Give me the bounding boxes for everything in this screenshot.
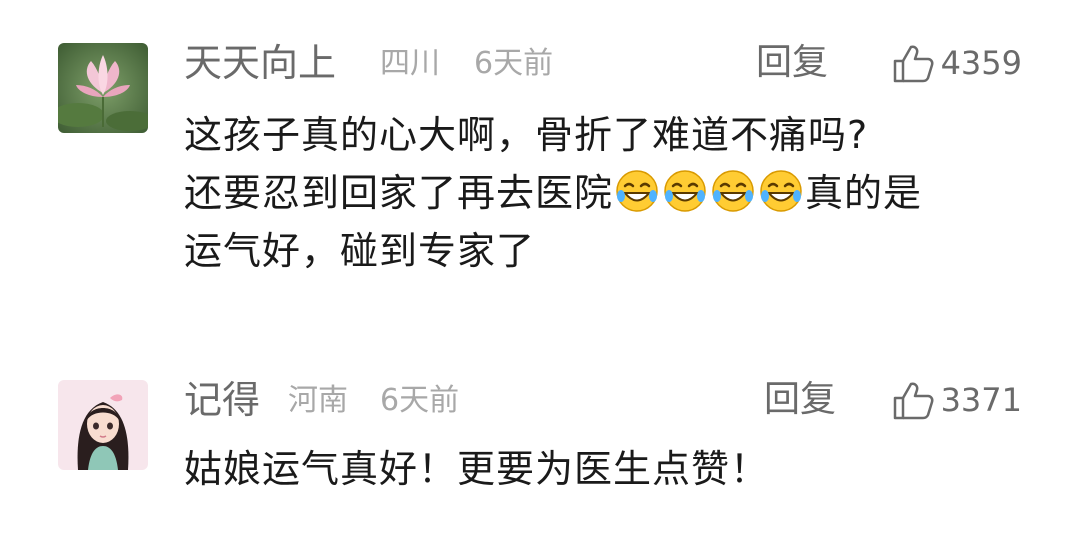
- like-button[interactable]: 4359: [891, 38, 1022, 88]
- lotus-flower-avatar-image: [58, 43, 148, 133]
- username[interactable]: 天天向上: [184, 38, 336, 88]
- reply-button[interactable]: 回复: [764, 375, 836, 425]
- comment-text: 这孩子真的心大啊，骨折了难道不痛吗? 还要忍到回家了再去医院 真的是 运气好，碰…: [184, 106, 1034, 280]
- comment-text-segment: 还要忍到回家了再去医院: [184, 171, 614, 215]
- laughing-crying-emoji-icon: [760, 170, 802, 212]
- like-count: 3371: [940, 381, 1022, 419]
- username[interactable]: 记得: [184, 375, 260, 425]
- comment-text-segment: 真的是: [805, 171, 923, 215]
- reply-button[interactable]: 回复: [756, 38, 828, 88]
- comment-text-line: 运气好，碰到专家了: [184, 229, 536, 273]
- laughing-crying-emoji-icon: [712, 170, 754, 212]
- comment-header: 记得 河南 6天前 回复 3371: [184, 375, 1022, 425]
- avatar[interactable]: [58, 43, 148, 133]
- comment-text-line: 姑娘运气真好！更要为医生点赞！: [184, 447, 770, 491]
- thumb-up-icon: [893, 382, 934, 420]
- laughing-crying-emoji-icon: [616, 170, 658, 212]
- comment-text-line: 这孩子真的心大啊，骨折了难道不痛吗?: [184, 113, 869, 157]
- location: 河南: [288, 383, 348, 418]
- timestamp: 6天前: [380, 383, 460, 418]
- like-count: 4359: [940, 44, 1022, 82]
- thumb-up-icon: [893, 45, 934, 83]
- avatar[interactable]: [58, 380, 148, 470]
- like-button[interactable]: 3371: [891, 375, 1022, 425]
- laughing-crying-emoji-icon: [664, 170, 706, 212]
- location: 四川: [380, 46, 440, 81]
- comment-item: 天天向上 四川 6天前 回复 4359 这孩子真的心大啊，骨折了难道不痛吗? 还…: [0, 0, 1080, 300]
- anime-girl-avatar-image: [58, 380, 148, 470]
- comment-header: 天天向上 四川 6天前 回复 4359: [184, 38, 1022, 88]
- comment-text-line: 还要忍到回家了再去医院 真的是: [184, 164, 1034, 222]
- comment-text: 姑娘运气真好！更要为医生点赞！: [184, 440, 1034, 498]
- timestamp: 6天前: [474, 46, 554, 81]
